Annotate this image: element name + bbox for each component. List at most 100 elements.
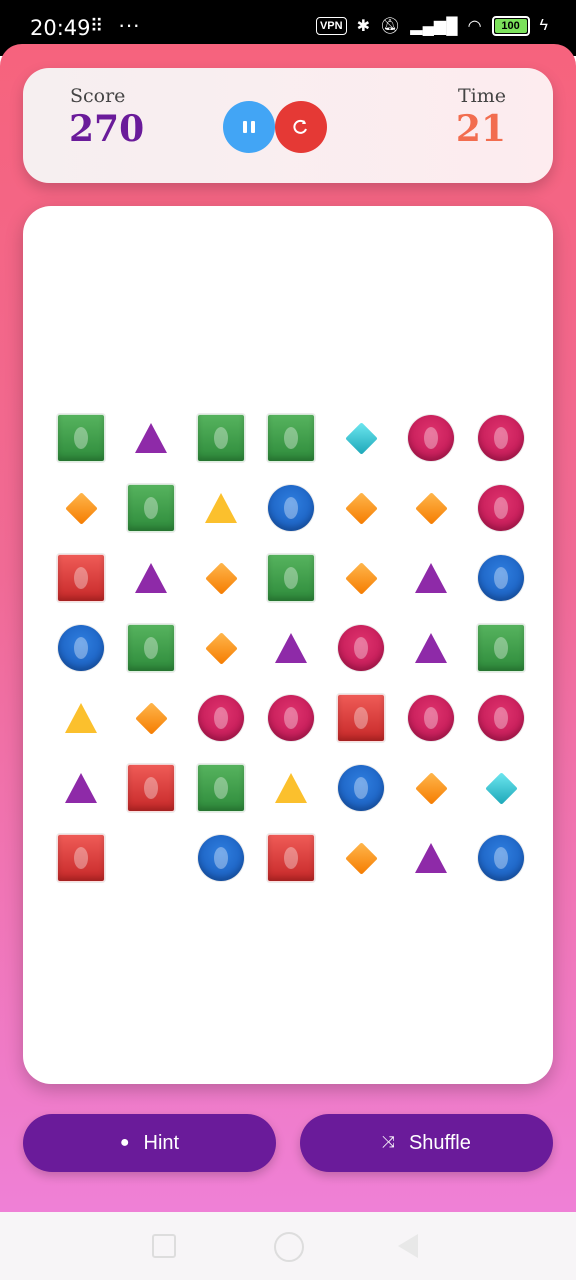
- orange-diamond-gem[interactable]: [344, 561, 378, 595]
- grid-cell[interactable]: [56, 623, 106, 673]
- grid-cell[interactable]: [406, 763, 456, 813]
- orange-diamond-gem[interactable]: [204, 561, 238, 595]
- blue-circle-gem[interactable]: [478, 835, 524, 881]
- grid-cell[interactable]: [56, 483, 106, 533]
- grid-cell[interactable]: [476, 693, 526, 743]
- orange-diamond-gem[interactable]: [134, 701, 168, 735]
- grid-cell[interactable]: [336, 693, 386, 743]
- grid-cell[interactable]: [266, 483, 316, 533]
- yellow-triangle-gem[interactable]: [65, 703, 97, 733]
- pause-button[interactable]: [223, 101, 275, 153]
- green-square-gem[interactable]: [127, 484, 175, 532]
- pink-circle-gem[interactable]: [408, 695, 454, 741]
- grid-cell[interactable]: [196, 833, 246, 883]
- red-square-gem[interactable]: [57, 834, 105, 882]
- green-square-gem[interactable]: [267, 414, 315, 462]
- grid-cell[interactable]: [336, 413, 386, 463]
- orange-diamond-gem[interactable]: [344, 491, 378, 525]
- home-button[interactable]: [274, 1232, 304, 1262]
- grid-cell[interactable]: [406, 623, 456, 673]
- grid-cell[interactable]: [126, 693, 176, 743]
- grid-cell[interactable]: [266, 693, 316, 743]
- blue-circle-gem[interactable]: [198, 835, 244, 881]
- teal-diamond-gem[interactable]: [344, 421, 378, 455]
- teal-diamond-gem[interactable]: [484, 771, 518, 805]
- blue-circle-gem[interactable]: [268, 485, 314, 531]
- red-square-gem[interactable]: [267, 834, 315, 882]
- grid-cell[interactable]: [336, 763, 386, 813]
- red-square-gem[interactable]: [57, 554, 105, 602]
- grid-cell[interactable]: [266, 763, 316, 813]
- grid-cell[interactable]: [56, 693, 106, 743]
- grid-cell[interactable]: [406, 483, 456, 533]
- yellow-triangle-gem[interactable]: [205, 493, 237, 523]
- grid-cell[interactable]: [406, 693, 456, 743]
- grid-cell[interactable]: [476, 483, 526, 533]
- pink-circle-gem[interactable]: [478, 415, 524, 461]
- grid-cell[interactable]: [56, 833, 106, 883]
- grid-cell[interactable]: [56, 413, 106, 463]
- grid-cell[interactable]: [406, 413, 456, 463]
- pink-circle-gem[interactable]: [478, 695, 524, 741]
- grid-cell[interactable]: [126, 483, 176, 533]
- orange-diamond-gem[interactable]: [414, 491, 448, 525]
- orange-diamond-gem[interactable]: [64, 491, 98, 525]
- grid-cell[interactable]: [196, 623, 246, 673]
- hint-button[interactable]: ● Hint: [23, 1114, 276, 1172]
- restart-button[interactable]: [275, 101, 327, 153]
- orange-diamond-gem[interactable]: [414, 771, 448, 805]
- purple-triangle-gem[interactable]: [415, 843, 447, 873]
- green-square-gem[interactable]: [267, 554, 315, 602]
- grid-cell[interactable]: [196, 763, 246, 813]
- grid-cell[interactable]: [476, 413, 526, 463]
- green-square-gem[interactable]: [197, 414, 245, 462]
- green-square-gem[interactable]: [127, 624, 175, 672]
- red-square-gem[interactable]: [337, 694, 385, 742]
- grid-cell[interactable]: [336, 483, 386, 533]
- grid-cell[interactable]: [266, 553, 316, 603]
- grid-cell[interactable]: [126, 763, 176, 813]
- grid-cell[interactable]: [336, 833, 386, 883]
- purple-triangle-gem[interactable]: [135, 563, 167, 593]
- grid-cell[interactable]: [476, 553, 526, 603]
- shuffle-button[interactable]: ⤨ Shuffle: [300, 1114, 553, 1172]
- blue-circle-gem[interactable]: [58, 625, 104, 671]
- green-square-gem[interactable]: [477, 624, 525, 672]
- grid-cell[interactable]: [476, 763, 526, 813]
- grid-cell[interactable]: [476, 623, 526, 673]
- orange-diamond-gem[interactable]: [344, 841, 378, 875]
- green-square-gem[interactable]: [57, 414, 105, 462]
- grid-cell[interactable]: [266, 623, 316, 673]
- grid-cell[interactable]: [56, 553, 106, 603]
- purple-triangle-gem[interactable]: [65, 773, 97, 803]
- grid-cell[interactable]: [196, 413, 246, 463]
- blue-circle-gem[interactable]: [338, 765, 384, 811]
- pink-circle-gem[interactable]: [338, 625, 384, 671]
- pink-circle-gem[interactable]: [268, 695, 314, 741]
- red-square-gem[interactable]: [127, 764, 175, 812]
- grid-cell[interactable]: [476, 833, 526, 883]
- grid-cell[interactable]: [336, 623, 386, 673]
- grid-cell[interactable]: [336, 553, 386, 603]
- grid-cell[interactable]: [266, 833, 316, 883]
- grid-cell[interactable]: [196, 693, 246, 743]
- recents-button[interactable]: [152, 1234, 176, 1258]
- purple-triangle-gem[interactable]: [415, 633, 447, 663]
- grid-cell[interactable]: [406, 553, 456, 603]
- purple-triangle-gem[interactable]: [275, 633, 307, 663]
- pink-circle-gem[interactable]: [478, 485, 524, 531]
- grid-cell[interactable]: [266, 413, 316, 463]
- grid-cell[interactable]: [126, 553, 176, 603]
- grid-cell[interactable]: [56, 763, 106, 813]
- pink-circle-gem[interactable]: [198, 695, 244, 741]
- grid-cell[interactable]: [126, 413, 176, 463]
- grid-cell[interactable]: [196, 553, 246, 603]
- grid-cell[interactable]: [126, 833, 176, 883]
- green-square-gem[interactable]: [197, 764, 245, 812]
- yellow-triangle-gem[interactable]: [275, 773, 307, 803]
- grid-cell[interactable]: [406, 833, 456, 883]
- grid-cell[interactable]: [126, 623, 176, 673]
- pink-circle-gem[interactable]: [408, 415, 454, 461]
- purple-triangle-gem[interactable]: [415, 563, 447, 593]
- blue-circle-gem[interactable]: [478, 555, 524, 601]
